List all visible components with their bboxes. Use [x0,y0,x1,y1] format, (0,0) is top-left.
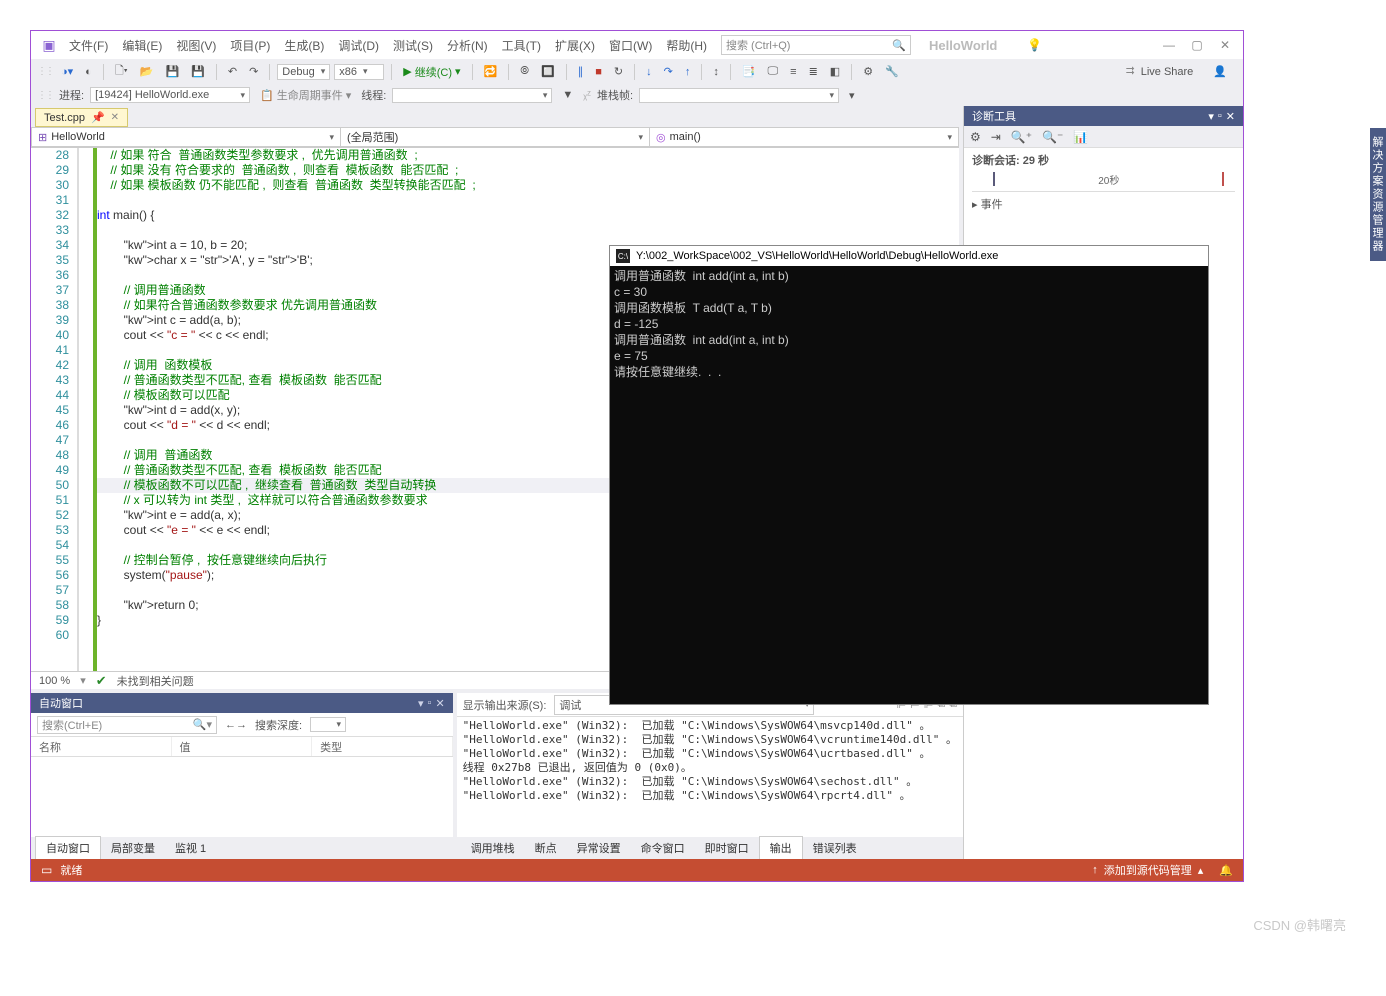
file-tab[interactable]: Test.cpp 📌 ✕ [35,108,128,127]
debug-toolbar: ⋮⋮ 进程: [19424] HelloWorld.exe 📋 生命周期事件▾ … [31,84,1243,106]
menu-item[interactable]: 调试(D) [332,33,385,58]
new-button[interactable]: 🗋▾ [111,60,132,83]
forward-button[interactable]: ◐ [81,64,96,80]
menu-item[interactable]: 项目(P) [224,33,276,58]
stackframe-label: 堆栈帧: [597,87,633,103]
console-body: 调用普通函数 int add(int a, int b) c = 30 调用函数… [610,266,1208,704]
chart-icon[interactable]: 📊 [1073,130,1088,144]
diag-timeline[interactable]: 20秒 [972,170,1235,192]
liveshare-label[interactable]: Live Share [1141,66,1194,78]
file-tab-row: Test.cpp 📌 ✕ [31,106,959,127]
scope-dropdown[interactable]: ⊞HelloWorld [31,127,340,147]
panel-tab[interactable]: 异常设置 [567,837,631,859]
step-icon[interactable]: ⇥ [991,130,1001,144]
menu-item[interactable]: 编辑(E) [116,33,168,58]
back-button[interactable]: ◑▾ [57,63,77,80]
menu-item[interactable]: 生成(B) [278,33,330,58]
platform-dropdown[interactable]: x86 [334,64,384,80]
config-dropdown[interactable]: Debug [277,64,330,80]
panel-tab[interactable]: 调用堆栈 [461,837,525,859]
pin-icon[interactable]: 📌 [91,111,105,124]
app-title: HelloWorld [929,38,997,53]
zoom-in-icon[interactable]: 🔍⁺ [1011,130,1032,144]
context-bar: ⊞HelloWorld (全局范围) ◎main() [31,127,959,148]
stop-button[interactable]: ■ [591,64,606,80]
menu-item[interactable]: 文件(F) [63,33,114,58]
panel-tab[interactable]: 命令窗口 [631,837,695,859]
console-title-bar[interactable]: C:\ Y:\002_WorkSpace\002_VS\HelloWorld\H… [610,246,1208,266]
thread-dropdown[interactable] [392,88,552,103]
ok-icon: ✔ [96,673,107,689]
open-button[interactable]: 📂 [136,63,158,80]
snapshot-icon[interactable]: ⦾ [516,63,533,80]
step-out-button[interactable]: ↑ [681,64,695,80]
thread-label: 线程: [361,87,386,103]
console-window[interactable]: C:\ Y:\002_WorkSpace\002_VS\HelloWorld\H… [609,245,1209,705]
zoom-out-icon[interactable]: 🔍⁻ [1042,130,1063,144]
global-dropdown[interactable]: (全局范围) [340,127,649,147]
status-icon: ▭ [41,863,52,877]
close-tab-icon[interactable]: ✕ [111,112,119,123]
panel-tab[interactable]: 即时窗口 [695,837,759,859]
window-buttons: — ▢ ✕ [1163,38,1239,52]
output-body[interactable]: "HelloWorld.exe" (Win32): 已加载 "C:\Window… [457,717,963,837]
pause-button[interactable]: ∥ [574,63,588,80]
menu-bar: 文件(F)编辑(E)视图(V)项目(P)生成(B)调试(D)测试(S)分析(N)… [63,33,713,58]
status-bar: ▭ 就绪 ↑ 添加到源代码管理 ▴ 🔔 [31,859,1243,881]
func-dropdown[interactable]: ◎main() [649,127,959,147]
panel-tab[interactable]: 自动窗口 [35,836,101,859]
process-dropdown[interactable]: [19424] HelloWorld.exe [90,87,250,103]
menu-item[interactable]: 分析(N) [441,33,494,58]
solution-explorer-tab[interactable]: 解决方案资源管理器 [1370,128,1386,261]
menu-item[interactable]: 窗口(W) [603,33,658,58]
menu-item[interactable]: 视图(V) [170,33,222,58]
save-button[interactable]: 💾 [161,63,183,80]
menu-item[interactable]: 测试(S) [387,33,439,58]
feedback-icon[interactable]: 👤 [1213,65,1227,78]
save-all-button[interactable]: 💾 [187,63,209,80]
notify-icon[interactable]: 🔔 [1219,864,1233,877]
tool-btn-b[interactable]: 🔲 [537,63,559,80]
title-bar: ▣ 文件(F)编辑(E)视图(V)项目(P)生成(B)调试(D)测试(S)分析(… [31,31,1243,59]
redo-button[interactable]: ↷ [245,63,262,80]
maximize-button[interactable]: ▢ [1191,38,1203,52]
search-placeholder: 搜索 (Ctrl+Q) [726,37,790,53]
panel-tab[interactable]: 错误列表 [803,837,867,859]
console-icon: C:\ [616,249,630,263]
gear-icon[interactable]: ⚙ [970,130,981,144]
search-icon: 🔍 [892,39,906,52]
continue-button[interactable]: ▶ 继续(C)▾ [399,62,464,82]
step-over-button[interactable]: ↷ [660,63,677,80]
search-box[interactable]: 搜索 (Ctrl+Q) 🔍 [721,35,911,55]
source-control-button[interactable]: 添加到源代码管理 [1104,862,1192,878]
menu-item[interactable]: 工具(T) [496,33,547,58]
panel-tab[interactable]: 断点 [525,837,567,859]
minimize-button[interactable]: — [1163,38,1175,52]
notification-icon[interactable]: 💡 [1027,38,1042,52]
autos-panel-title: 自动窗口 ▾▫✕ [31,693,453,713]
process-label: 进程: [59,87,84,103]
panel-tab[interactable]: 输出 [759,836,803,859]
autos-header: 名称值类型 [31,737,453,757]
panel-tab[interactable]: 监视 1 [165,837,216,859]
liveshare-icon[interactable]: ⮆ [1126,65,1135,78]
stackframe-dropdown[interactable] [639,88,839,103]
step-into-button[interactable]: ↓ [642,64,656,80]
restart-button[interactable]: ↻ [610,63,627,80]
watermark: CSDN @韩曙亮 [1253,915,1346,934]
menu-item[interactable]: 帮助(H) [660,33,713,58]
tool-btn-a[interactable]: 🔁 [480,63,502,80]
vs-logo: ▣ [35,31,63,59]
panel-tab[interactable]: 局部变量 [101,837,165,859]
main-toolbar: ⋮⋮ ◑▾ ◐ 🗋▾ 📂 💾 💾 ↶ ↷ Debug x86 ▶ 继续(C)▾ … [31,59,1243,84]
undo-button[interactable]: ↶ [224,63,241,80]
menu-item[interactable]: 扩展(X) [549,33,601,58]
autos-search[interactable]: 搜索(Ctrl+E)🔍▾ [37,716,217,734]
close-button[interactable]: ✕ [1219,38,1231,52]
